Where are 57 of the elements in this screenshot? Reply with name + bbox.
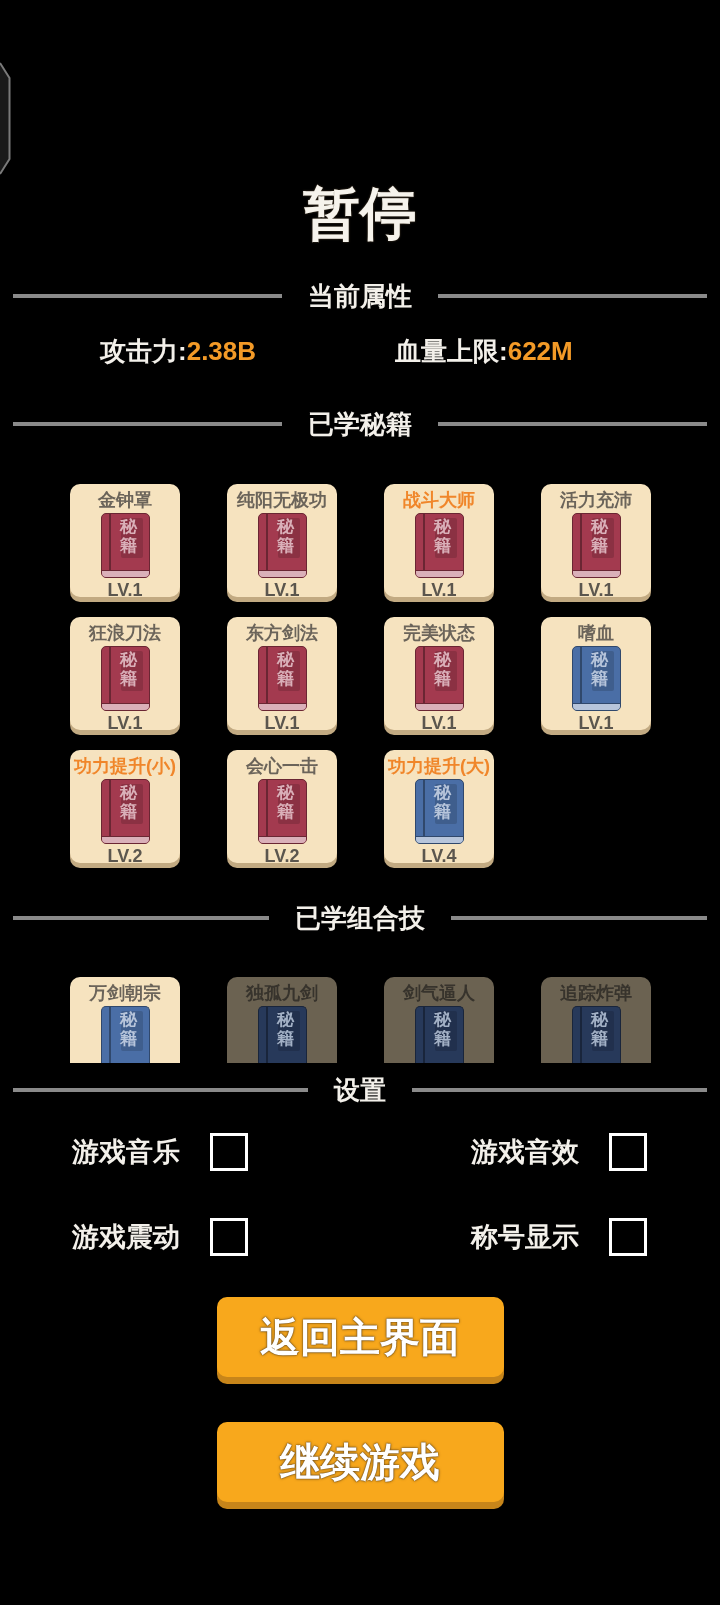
book-pages xyxy=(258,570,306,577)
book-pages xyxy=(101,836,149,843)
setting-label: 游戏震动 xyxy=(72,1223,180,1251)
combo-card[interactable]: 万剑朝宗 秘籍 xyxy=(70,977,180,1063)
checkbox[interactable] xyxy=(609,1133,647,1171)
book-title: 秘籍 xyxy=(590,1011,608,1049)
book-pages xyxy=(101,570,149,577)
book-title: 秘籍 xyxy=(433,518,451,556)
book-title: 秘籍 xyxy=(276,784,294,822)
octagon-icon xyxy=(0,62,11,175)
setting-label: 称号显示 xyxy=(471,1223,579,1251)
section-heading: 当前属性 xyxy=(308,283,412,309)
skill-name: 金钟罩 xyxy=(98,489,152,511)
book-title: 秘籍 xyxy=(433,651,451,689)
checkbox[interactable] xyxy=(210,1133,248,1171)
skill-name: 会心一击 xyxy=(246,755,318,777)
stat-value: 2.38B xyxy=(186,338,257,364)
setting-label: 游戏音乐 xyxy=(72,1138,180,1166)
book-title: 秘籍 xyxy=(433,1011,451,1049)
book-title: 秘籍 xyxy=(433,784,451,822)
book-pages xyxy=(572,570,620,577)
book-pages xyxy=(415,836,463,843)
skill-name: 功力提升(大) xyxy=(388,755,490,777)
book-pages xyxy=(101,703,149,710)
skill-name: 完美状态 xyxy=(403,622,475,644)
skill-name: 狂浪刀法 xyxy=(89,622,161,644)
section-heading: 已学组合技 xyxy=(295,905,425,931)
checkbox[interactable] xyxy=(609,1218,647,1256)
skill-name: 嗜血 xyxy=(578,622,614,644)
skill-name: 战斗大师 xyxy=(403,489,475,511)
page-title: 暂停 xyxy=(303,184,417,242)
book-pages xyxy=(415,703,463,710)
book-pages xyxy=(258,703,306,710)
book-title: 秘籍 xyxy=(276,1011,294,1049)
book-title: 秘籍 xyxy=(590,518,608,556)
book-title: 秘籍 xyxy=(119,1011,137,1049)
stat-label: 血量上限: xyxy=(395,338,508,364)
book-title: 秘籍 xyxy=(590,651,608,689)
skill-name: 活力充沛 xyxy=(560,489,632,511)
stat-value: 622M xyxy=(507,338,573,364)
skill-name: 东方剑法 xyxy=(246,622,318,644)
setting-label: 游戏音效 xyxy=(471,1138,579,1166)
book-title: 秘籍 xyxy=(276,518,294,556)
book-title: 秘籍 xyxy=(119,784,137,822)
book-title: 秘籍 xyxy=(119,651,137,689)
stat-label: 攻击力: xyxy=(100,338,187,364)
skill-name: 纯阳无极功 xyxy=(237,489,327,511)
book-pages xyxy=(415,570,463,577)
section-heading: 设置 xyxy=(334,1077,386,1103)
book-pages xyxy=(572,703,620,710)
skill-name: 功力提升(小) xyxy=(74,755,176,777)
book-pages xyxy=(258,836,306,843)
book-title: 秘籍 xyxy=(276,651,294,689)
combo-name: 万剑朝宗 xyxy=(89,982,161,1004)
section-heading: 已学秘籍 xyxy=(308,411,412,437)
checkbox[interactable] xyxy=(210,1218,248,1256)
book-title: 秘籍 xyxy=(119,518,137,556)
